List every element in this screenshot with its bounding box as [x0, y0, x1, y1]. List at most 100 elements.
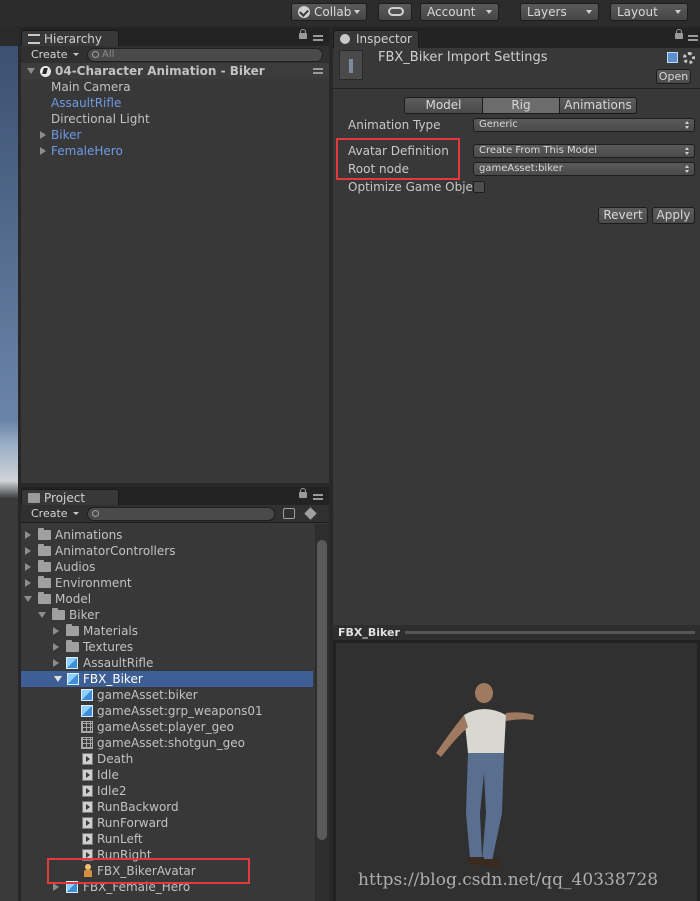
- expand-icon[interactable]: [25, 531, 31, 539]
- project-item-label: FBX_Biker: [83, 672, 143, 686]
- menu-icon[interactable]: [688, 35, 698, 41]
- optimize-game-objects-label: Optimize Game Objec: [348, 180, 473, 194]
- animation-clip-icon: [82, 833, 93, 845]
- root-node-dropdown[interactable]: gameAsset:biker: [473, 162, 695, 176]
- chevron-down-icon: [486, 10, 492, 14]
- cloud-button[interactable]: [378, 3, 412, 21]
- tab-inspector[interactable]: Inspector: [333, 30, 419, 48]
- project-item[interactable]: gameAsset:shotgun_geo: [81, 735, 313, 751]
- expand-icon[interactable]: [53, 659, 59, 667]
- avatar-definition-dropdown[interactable]: Create From This Model: [473, 144, 695, 158]
- project-item[interactable]: Biker: [38, 607, 313, 623]
- collapse-icon[interactable]: [54, 676, 62, 682]
- project-scrollbar[interactable]: [315, 524, 329, 901]
- scene-header-row[interactable]: 04-Character Animation - Biker: [21, 63, 329, 79]
- gear-icon[interactable]: [683, 52, 695, 64]
- expand-icon[interactable]: [53, 627, 59, 635]
- tag-icon[interactable]: [304, 507, 317, 520]
- revert-button[interactable]: Revert: [598, 207, 648, 224]
- hierarchy-item[interactable]: FemaleHero: [39, 143, 239, 159]
- search-placeholder: All: [102, 49, 115, 60]
- animation-clip-icon: [82, 817, 93, 829]
- tab-model[interactable]: Model: [404, 97, 483, 114]
- animation-type-dropdown[interactable]: Generic: [473, 118, 695, 132]
- tab-animations[interactable]: Animations: [559, 97, 637, 114]
- expand-icon[interactable]: [53, 883, 59, 891]
- resize-grip[interactable]: [405, 631, 695, 634]
- project-item-label: AssaultRifle: [83, 656, 154, 670]
- hierarchy-item[interactable]: Main Camera: [51, 79, 131, 95]
- search-input[interactable]: All: [87, 48, 323, 62]
- project-item[interactable]: Audios: [25, 559, 313, 575]
- hierarchy-item[interactable]: Biker: [39, 127, 239, 143]
- expand-icon[interactable]: [25, 579, 31, 587]
- project-item[interactable]: gameAsset:player_geo: [81, 719, 313, 735]
- lock-icon[interactable]: [299, 488, 307, 498]
- project-tabbar: Project: [21, 487, 329, 507]
- project-item-label: Model: [55, 592, 92, 606]
- filter-by-type-icon[interactable]: [283, 508, 295, 519]
- inspector-title: FBX_Biker Import Settings: [378, 50, 548, 65]
- layout-button[interactable]: Layout: [610, 3, 688, 21]
- folder-icon: [28, 493, 40, 503]
- folder-icon: [52, 608, 65, 620]
- layers-button[interactable]: Layers: [520, 3, 599, 21]
- project-item[interactable]: Idle2: [81, 783, 313, 799]
- menu-icon[interactable]: [313, 35, 323, 41]
- project-item-label: Environment: [55, 576, 132, 590]
- list-icon: [28, 34, 40, 44]
- search-input[interactable]: [87, 507, 275, 521]
- project-item-label: Idle2: [97, 784, 127, 798]
- project-item[interactable]: Animations: [25, 527, 313, 543]
- project-item[interactable]: gameAsset:grp_weapons01: [81, 703, 313, 719]
- open-button[interactable]: Open: [656, 69, 691, 84]
- project-item[interactable]: RunBackword: [81, 799, 313, 815]
- lock-icon[interactable]: [299, 29, 307, 39]
- expand-icon[interactable]: [53, 643, 59, 651]
- expand-icon[interactable]: [25, 563, 31, 571]
- hierarchy-item[interactable]: Directional Light: [51, 111, 150, 127]
- account-button[interactable]: Account: [420, 3, 499, 21]
- project-item[interactable]: AssaultRifle: [53, 655, 313, 671]
- expand-icon[interactable]: [40, 147, 46, 155]
- help-book-icon[interactable]: [667, 52, 678, 63]
- hierarchy-item[interactable]: AssaultRifle: [51, 95, 121, 111]
- preview-viewport[interactable]: [336, 643, 697, 901]
- scrollbar-thumb[interactable]: [317, 540, 327, 840]
- optimize-game-objects-checkbox[interactable]: [473, 181, 485, 193]
- lock-icon[interactable]: [675, 29, 683, 39]
- collab-button[interactable]: Collab: [291, 3, 367, 21]
- project-item[interactable]: Materials: [53, 623, 313, 639]
- expand-icon[interactable]: [40, 131, 46, 139]
- project-item-label: gameAsset:biker: [97, 688, 198, 702]
- collapse-icon[interactable]: [24, 596, 32, 602]
- collapse-icon[interactable]: [38, 612, 46, 618]
- tab-rig[interactable]: Rig: [482, 97, 560, 114]
- project-item[interactable]: RunForward: [81, 815, 313, 831]
- apply-button[interactable]: Apply: [652, 207, 695, 224]
- project-item[interactable]: RunLeft: [81, 831, 313, 847]
- project-item[interactable]: Idle: [81, 767, 313, 783]
- project-item[interactable]: Model: [24, 591, 313, 607]
- project-item[interactable]: AnimatorControllers: [25, 543, 313, 559]
- highlight-box-avatar-settings: [336, 138, 460, 180]
- dropdown-arrows-icon: [685, 121, 690, 129]
- scene-view-strip[interactable]: [0, 26, 18, 901]
- hierarchy-tabbar: Hierarchy: [21, 28, 329, 48]
- cloud-icon: [388, 7, 404, 16]
- dropdown-arrows-icon: [685, 147, 690, 155]
- project-item[interactable]: gameAsset:biker: [81, 687, 313, 703]
- create-button[interactable]: Create: [27, 507, 82, 521]
- expand-icon[interactable]: [27, 68, 35, 74]
- menu-icon[interactable]: [313, 494, 323, 500]
- project-item[interactable]: Environment: [25, 575, 313, 591]
- project-item-selected[interactable]: FBX_Biker: [21, 671, 313, 687]
- tab-project-label: Project: [44, 491, 86, 505]
- project-item[interactable]: Textures: [53, 639, 313, 655]
- expand-icon[interactable]: [25, 547, 31, 555]
- create-button[interactable]: Create: [27, 48, 82, 62]
- dropdown-arrows-icon: [685, 165, 690, 173]
- menu-icon[interactable]: [313, 68, 323, 74]
- project-item-label: AnimatorControllers: [55, 544, 176, 558]
- project-item[interactable]: Death: [81, 751, 313, 767]
